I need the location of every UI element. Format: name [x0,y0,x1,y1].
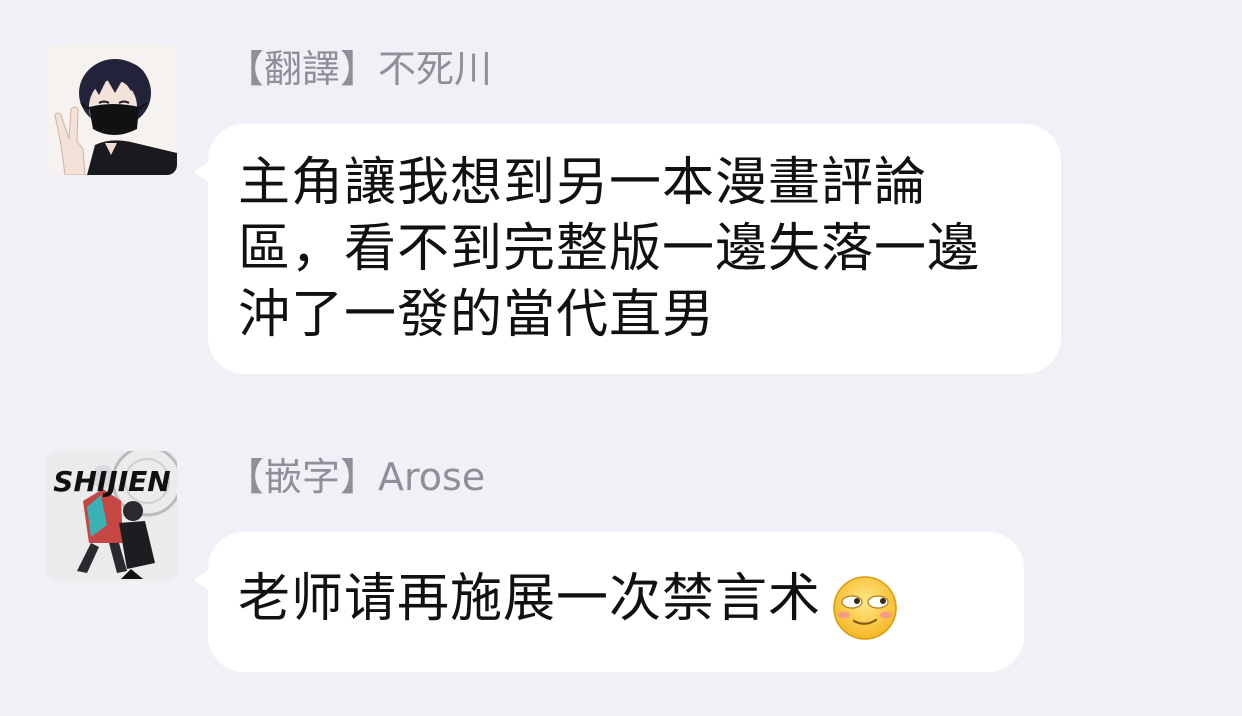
message-bubble[interactable]: 主角讓我想到另一本漫畫評論區，看不到完整版一邊失落一邊沖了一發的當代直男 [194,124,1061,374]
message-bubble[interactable]: 老师请再施展一次禁言术 [194,532,1024,672]
message-text: 老师请再施展一次禁言术 [238,569,822,629]
avatar[interactable] [47,45,177,175]
user-avatar-icon [47,45,177,175]
avatar[interactable]: SHIJIEN [47,451,177,581]
smirk-emoji-icon [833,575,897,640]
cover-title-text: SHIJIEN [53,465,170,498]
message-text: 主角讓我想到另一本漫畫評論區，看不到完整版一邊失落一邊沖了一發的當代直男 [238,153,981,345]
sender-name: 【嵌字】Arose [226,455,486,499]
sender-name: 【翻譯】不死川 [226,47,493,91]
manga-cover-avatar-icon: SHIJIEN [47,451,177,581]
